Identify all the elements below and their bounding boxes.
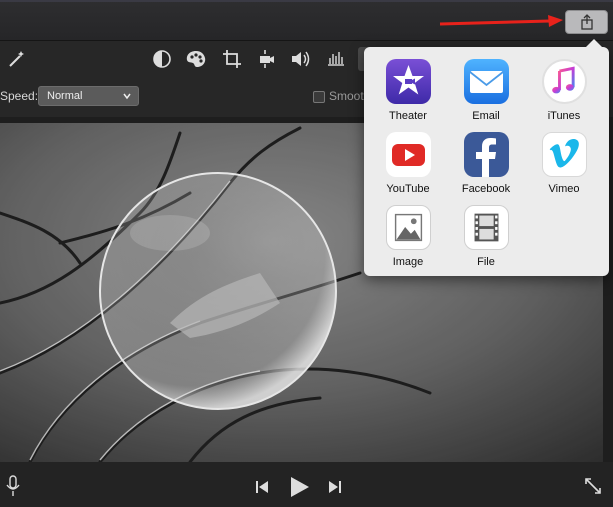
film-strip-icon (463, 205, 509, 250)
share-itunes[interactable]: iTunes (525, 59, 603, 129)
title-bar (0, 0, 613, 41)
share-youtube[interactable]: YouTube (369, 132, 447, 202)
smooth-checkbox[interactable] (313, 91, 325, 103)
playback-bar (0, 462, 613, 507)
picture-icon (385, 205, 431, 250)
share-label-image: Image (392, 256, 424, 268)
red-annotation-arrow (439, 15, 563, 27)
popover-pointer (586, 39, 602, 47)
music-note-icon (541, 59, 587, 104)
play-icon[interactable] (290, 476, 310, 498)
share-label-youtube: YouTube (386, 183, 430, 195)
share-label-itunes: iTunes (547, 110, 581, 122)
volume-icon[interactable] (289, 47, 313, 71)
stabilization-icon[interactable] (254, 47, 278, 71)
share-facebook[interactable]: Facebook (447, 132, 525, 202)
share-label-theater: Theater (389, 110, 427, 122)
share-popover: Theater Email iTunes YouTube Facebook Vi… (364, 39, 609, 276)
chevron-down-icon (123, 93, 131, 100)
fullscreen-icon[interactable] (584, 477, 602, 495)
speed-value: Normal (47, 90, 83, 102)
window-top-border (0, 0, 613, 2)
share-label-email: Email (472, 110, 500, 122)
share-vimeo[interactable]: Vimeo (525, 132, 603, 202)
youtube-play-icon (385, 132, 431, 177)
share-label-facebook: Facebook (461, 183, 511, 195)
speed-label: Speed: (0, 89, 39, 103)
magic-wand-icon[interactable] (5, 47, 29, 71)
speed-dropdown[interactable]: Normal (38, 86, 139, 106)
smooth-label: Smoot (329, 89, 364, 103)
theater-icon (385, 59, 431, 104)
envelope-icon (463, 59, 509, 104)
skip-back-icon[interactable] (255, 480, 269, 494)
skip-forward-icon[interactable] (328, 480, 342, 494)
share-email[interactable]: Email (447, 59, 525, 129)
facebook-f-icon (463, 132, 509, 177)
equalizer-icon[interactable] (324, 47, 348, 71)
share-button[interactable] (565, 10, 608, 34)
crop-icon[interactable] (220, 47, 244, 71)
share-label-file: File (477, 256, 495, 268)
share-theater[interactable]: Theater (369, 59, 447, 129)
color-palette-icon[interactable] (184, 47, 208, 71)
share-icon (580, 14, 593, 30)
share-label-vimeo: Vimeo (548, 183, 580, 195)
microphone-icon[interactable] (6, 475, 20, 497)
share-file[interactable]: File (447, 205, 525, 275)
share-image[interactable]: Image (369, 205, 447, 275)
vimeo-v-icon (541, 132, 587, 177)
color-balance-icon[interactable] (150, 47, 174, 71)
